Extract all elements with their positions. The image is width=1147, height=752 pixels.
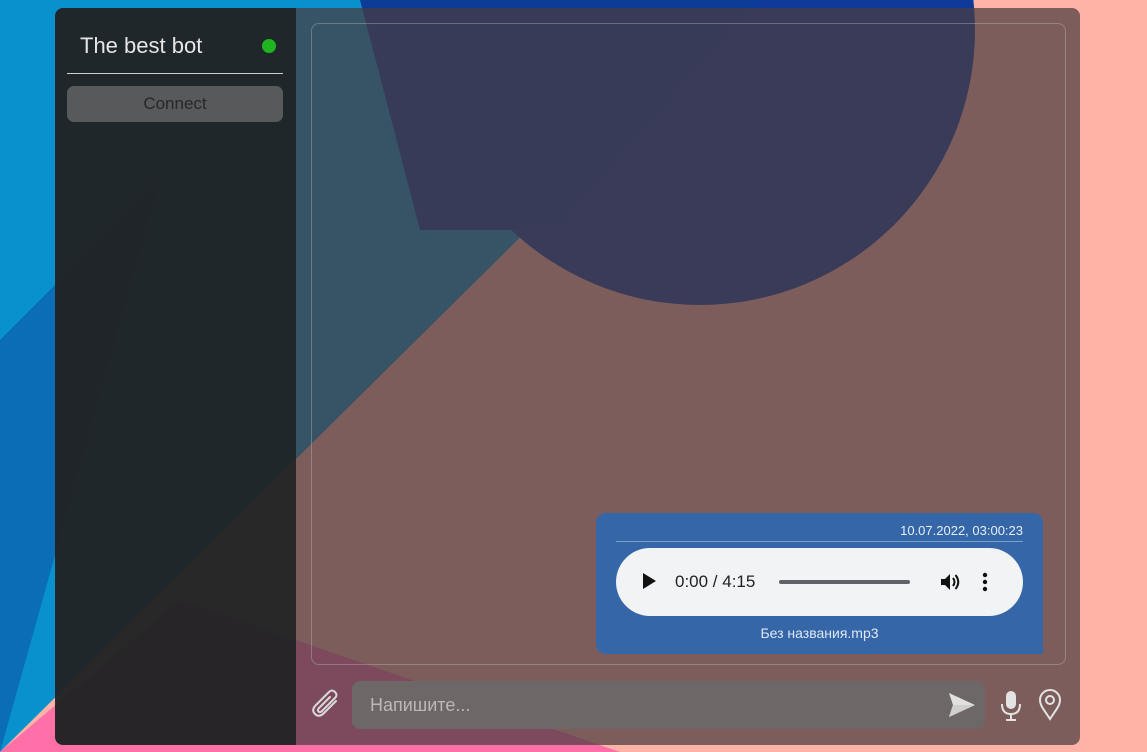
chat-main: 10.07.2022, 03:00:23 0:00 / 4:15 Без наз… <box>296 8 1080 745</box>
paperclip-icon[interactable] <box>311 689 343 726</box>
location-pin-icon[interactable] <box>1038 689 1062 726</box>
message-composer <box>352 681 985 729</box>
bot-name: The best bot <box>80 33 203 58</box>
bot-header[interactable]: The best bot <box>67 26 283 74</box>
audio-filename: Без названия.mp3 <box>760 625 879 641</box>
play-icon[interactable] <box>641 572 657 595</box>
audio-message: 10.07.2022, 03:00:23 0:00 / 4:15 Без наз… <box>596 513 1043 654</box>
sidebar: The best bot Connect <box>55 8 296 745</box>
microphone-icon[interactable] <box>999 690 1023 727</box>
audio-progress-bar[interactable] <box>779 580 910 584</box>
audio-player: 0:00 / 4:15 <box>616 548 1023 616</box>
chat-window: The best bot Connect 10.07.2022, 03:00:2… <box>55 8 1080 745</box>
message-divider <box>616 541 1023 542</box>
audio-time: 0:00 / 4:15 <box>675 572 756 591</box>
message-timestamp: 10.07.2022, 03:00:23 <box>900 523 1023 538</box>
more-vert-icon[interactable] <box>982 571 988 598</box>
message-input[interactable] <box>352 681 932 729</box>
online-status-indicator <box>262 39 276 53</box>
connect-button[interactable]: Connect <box>67 86 283 122</box>
volume-icon[interactable] <box>939 571 961 598</box>
send-icon[interactable] <box>948 692 976 723</box>
messages-panel[interactable]: 10.07.2022, 03:00:23 0:00 / 4:15 Без наз… <box>311 23 1066 665</box>
